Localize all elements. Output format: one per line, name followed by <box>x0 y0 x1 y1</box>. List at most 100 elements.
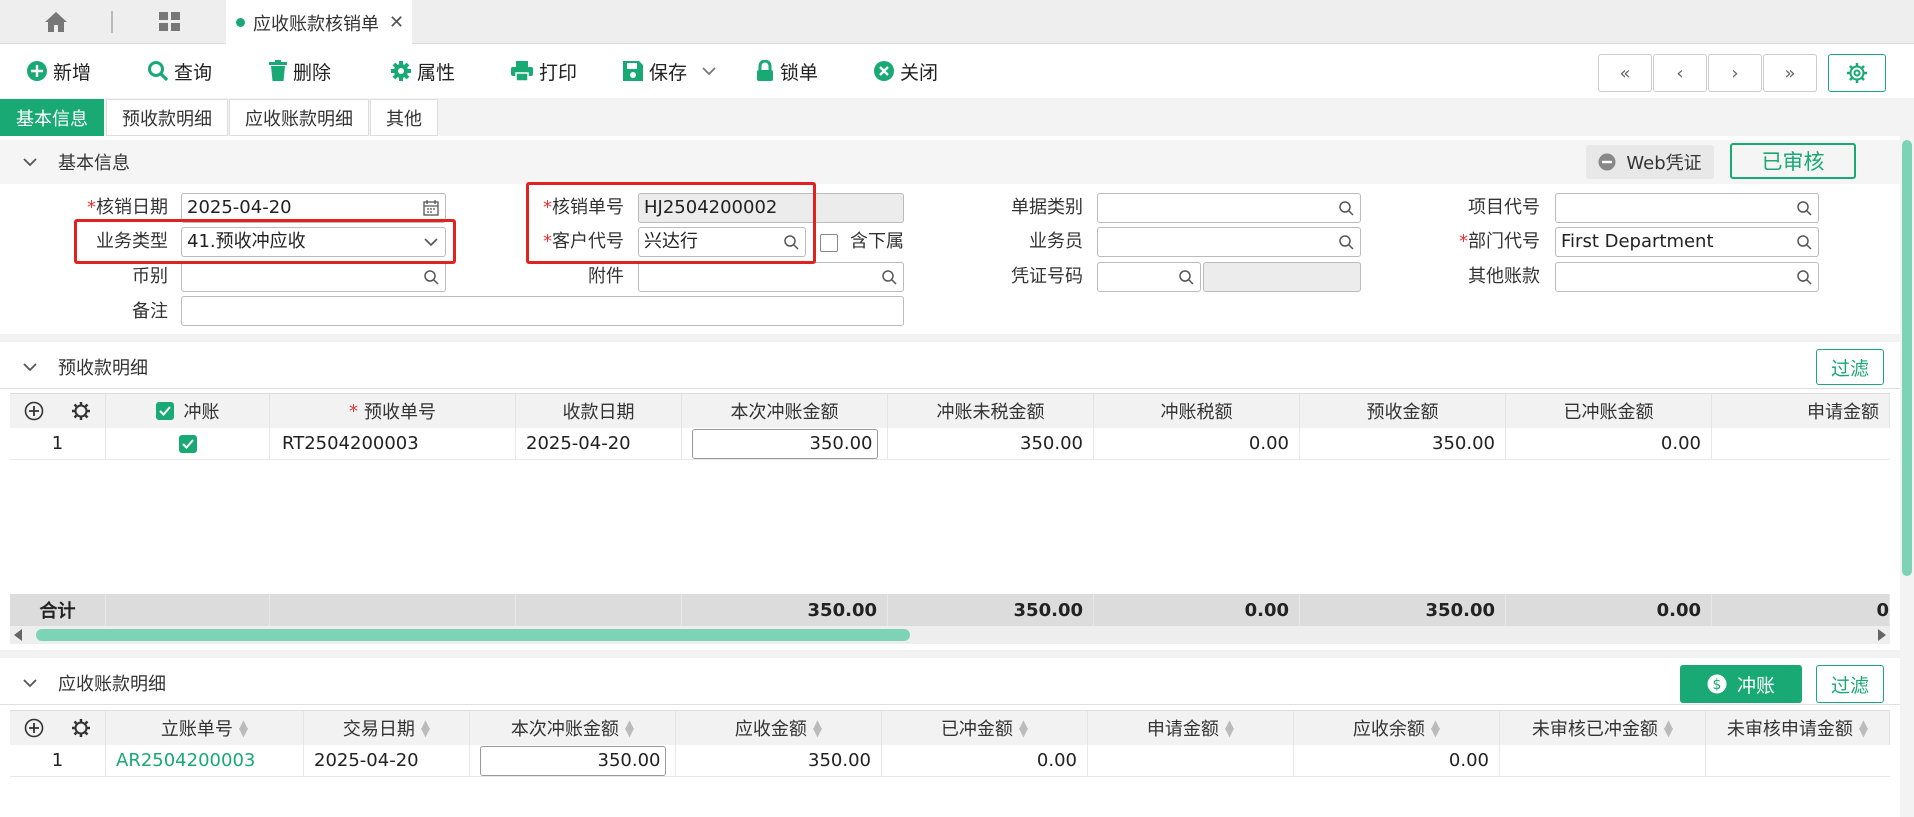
delete-button[interactable]: 删除 <box>268 57 331 85</box>
last-record-button[interactable]: » <box>1763 54 1817 92</box>
page-scrollbar-thumb[interactable] <box>1902 140 1912 576</box>
save-icon <box>623 61 643 81</box>
prepay-filter-button[interactable]: 过滤 <box>1816 349 1884 385</box>
query-button[interactable]: 查询 <box>147 57 212 85</box>
currency-field[interactable] <box>181 262 446 292</box>
header-writeoff-amount[interactable]: 本次冲账金额 ▲ ▼ <box>470 711 676 745</box>
calendar-icon[interactable] <box>423 194 439 222</box>
row-writeoff-checkbox-cell[interactable] <box>106 428 270 460</box>
search-icon[interactable] <box>1796 263 1812 291</box>
properties-button[interactable]: 属性 <box>390 57 455 85</box>
delete-label: 删除 <box>293 61 332 84</box>
search-icon[interactable] <box>1796 228 1812 256</box>
attachment-field[interactable] <box>638 262 904 292</box>
home-icon[interactable] <box>40 8 72 36</box>
search-icon[interactable] <box>1338 228 1354 256</box>
row-writeoff-amount-cell: 350.00 <box>470 745 676 777</box>
header-ar-no[interactable]: 立账单号 ▲ ▼ <box>106 711 304 745</box>
row-tax-amount: 0.00 <box>1094 428 1300 460</box>
header-writeoff[interactable]: 冲账 <box>106 394 270 428</box>
total-blank <box>106 594 270 626</box>
header-receivable-amount[interactable]: 应收金额 ▲ ▼ <box>676 711 882 745</box>
dept-code-field[interactable]: First Department <box>1555 227 1819 257</box>
total-prepaid-amount: 350.00 <box>1300 594 1506 626</box>
header-prepay-no[interactable]: * 预收单号 <box>270 394 516 428</box>
subtab-prepay-detail[interactable]: 预收款明细 <box>106 99 228 136</box>
section-title: 基本信息 <box>58 153 130 174</box>
currency-label: 币别 <box>132 266 168 287</box>
print-button[interactable]: 打印 <box>510 57 577 85</box>
row-written-amount: 0.00 <box>882 745 1088 777</box>
new-button[interactable]: 新增 <box>26 57 91 85</box>
close-label: 关闭 <box>900 61 939 84</box>
row-trade-date: 2025-04-20 <box>304 745 470 777</box>
new-label: 新增 <box>53 61 92 84</box>
horizontal-scrollbar[interactable] <box>10 626 1890 644</box>
close-tab-icon[interactable]: ✕ <box>389 12 404 33</box>
header-receipt-date[interactable]: 收款日期 <box>516 394 682 428</box>
header-unaudited-apply[interactable]: 未审核申请金额 ▲ ▼ <box>1706 711 1890 745</box>
header-apply-amount[interactable]: 申请金额 ▲ ▼ <box>1088 711 1294 745</box>
remark-field[interactable] <box>181 296 904 326</box>
project-code-field[interactable] <box>1555 193 1819 223</box>
page-scrollbar[interactable] <box>1900 136 1914 817</box>
row-ar-no-link[interactable]: AR2504200003 <box>106 745 304 777</box>
header-unaudited-written[interactable]: 未审核已冲金额 ▲ ▼ <box>1500 711 1706 745</box>
record-navigation: « ‹ › » <box>1598 54 1818 92</box>
settings-button[interactable] <box>1828 54 1886 92</box>
save-button[interactable]: 保存 <box>622 57 722 85</box>
header-tax-amount[interactable]: 冲账税额 <box>1094 394 1300 428</box>
prepay-section-header[interactable]: 预收款明细 <box>0 345 1900 389</box>
apps-grid-icon[interactable] <box>154 8 186 36</box>
include-sub-label: 含下属 <box>850 231 904 252</box>
add-row-icon[interactable] <box>24 718 44 738</box>
writeoff-amount-input[interactable]: 350.00 <box>691 428 878 459</box>
header-writeoff-amount[interactable]: 本次冲账金额 <box>682 394 888 428</box>
select-all-checkbox[interactable] <box>155 402 174 420</box>
scrollbar-thumb[interactable] <box>36 629 910 641</box>
subtab-basic-info[interactable]: 基本信息 <box>0 99 104 136</box>
column-settings-icon[interactable] <box>71 718 91 738</box>
header-balance[interactable]: 应收余额 ▲ ▼ <box>1294 711 1500 745</box>
header-prepaid-amount[interactable]: 预收金额 <box>1300 394 1506 428</box>
prev-record-button[interactable]: ‹ <box>1653 54 1707 92</box>
sort-icon: ▲ ▼ <box>812 717 823 739</box>
project-code-label: 项目代号 <box>1468 197 1540 218</box>
scroll-right-icon[interactable] <box>1878 629 1886 641</box>
search-icon[interactable] <box>881 263 897 291</box>
voucher-no-field[interactable] <box>1097 262 1201 292</box>
writeoff-action-button[interactable]: $ 冲账 <box>1680 665 1802 703</box>
lock-button[interactable]: 锁单 <box>755 57 818 85</box>
writeoff-amount-input[interactable]: 350.00 <box>479 745 666 776</box>
include-sub-checkbox[interactable] <box>820 234 838 252</box>
web-voucher-button[interactable]: Web凭证 <box>1586 145 1714 179</box>
subtab-other[interactable]: 其他 <box>370 99 438 136</box>
other-account-field[interactable] <box>1555 262 1819 292</box>
close-button[interactable]: 关闭 <box>873 57 938 85</box>
other-account-label: 其他账款 <box>1468 266 1540 287</box>
minus-circle-icon <box>1598 153 1616 171</box>
header-trade-date[interactable]: 交易日期 ▲ ▼ <box>304 711 470 745</box>
add-row-icon[interactable] <box>24 401 44 421</box>
search-icon[interactable] <box>1338 194 1354 222</box>
next-record-button[interactable]: › <box>1708 54 1762 92</box>
scroll-left-icon[interactable] <box>14 629 22 641</box>
receivable-section-header[interactable]: 应收账款明细 <box>0 661 1900 705</box>
column-settings-icon[interactable] <box>71 401 91 421</box>
first-record-button[interactable]: « <box>1598 54 1652 92</box>
header-written-amount[interactable]: 已冲账金额 <box>1506 394 1712 428</box>
query-label: 查询 <box>174 61 213 84</box>
receivable-filter-button[interactable]: 过滤 <box>1816 665 1884 703</box>
header-apply-amount[interactable]: 申请金额 <box>1712 394 1890 428</box>
subtab-bar: 基本信息 预收款明细 应收账款明细 其他 <box>0 98 1914 136</box>
search-icon[interactable] <box>1178 263 1194 291</box>
subtab-receivable-detail[interactable]: 应收账款明细 <box>229 99 369 136</box>
tab-receivable-writeoff[interactable]: 应收账款核销单 ✕ <box>226 0 412 45</box>
row-apply-amount <box>1088 745 1294 777</box>
salesman-field[interactable] <box>1097 227 1361 257</box>
header-written-amount[interactable]: 已冲金额 ▲ ▼ <box>882 711 1088 745</box>
header-untaxed-amount[interactable]: 冲账未税金额 <box>888 394 1094 428</box>
search-icon[interactable] <box>1796 194 1812 222</box>
search-icon[interactable] <box>423 263 439 291</box>
doc-type-field[interactable] <box>1097 193 1361 223</box>
